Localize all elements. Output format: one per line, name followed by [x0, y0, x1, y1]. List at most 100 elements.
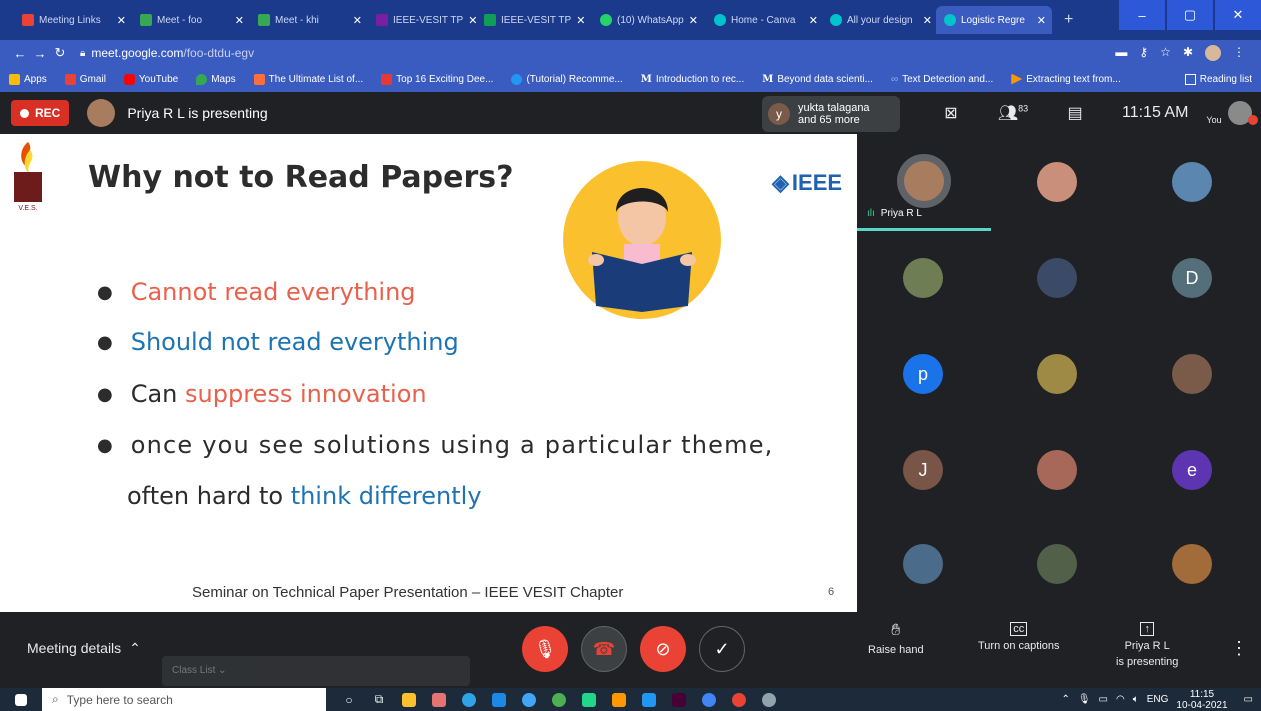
captions-button[interactable]: cc Turn on captions: [978, 622, 1060, 652]
paint-icon[interactable]: [754, 688, 784, 711]
back-icon[interactable]: ←: [10, 46, 30, 61]
tab-ieee-vesit-2[interactable]: IEEE-VESIT TP ✕: [476, 6, 588, 34]
participant-avatar-p[interactable]: p: [903, 354, 943, 394]
tab-whatsapp[interactable]: (10) WhatsApp ✕: [592, 6, 704, 34]
tab-meeting-links[interactable]: Meeting Links ✕: [14, 6, 132, 34]
bookmark-text-detection[interactable]: ∞ Text Detection and...: [882, 74, 1002, 85]
bookmark-introduction[interactable]: M Introduction to rec...: [632, 74, 753, 85]
profile-avatar[interactable]: [1205, 45, 1221, 61]
presenting-button[interactable]: ↑ Priya R Lis presenting: [1116, 622, 1178, 668]
participant-avatar[interactable]: [903, 544, 943, 584]
key-icon[interactable]: ⚷: [1139, 45, 1148, 61]
bookmark-apps[interactable]: Apps: [0, 73, 56, 85]
participant-avatar[interactable]: [1037, 544, 1077, 584]
presenter-tile-ring[interactable]: [897, 154, 951, 208]
file-explorer-icon[interactable]: [394, 688, 424, 711]
reading-illustration: [563, 161, 721, 319]
taskbar-search[interactable]: ⌕ Type here to search: [42, 688, 326, 711]
tab-meet-khi[interactable]: Meet - khi ✕: [250, 6, 368, 34]
close-tab-icon[interactable]: ✕: [1037, 14, 1052, 27]
participant-avatar[interactable]: [1172, 162, 1212, 202]
tab-canva-designs[interactable]: All your design ✕: [822, 6, 938, 34]
tab-canva-home[interactable]: Home - Canva ✕: [706, 6, 824, 34]
maximize-icon[interactable]: ▢: [1167, 0, 1213, 30]
tray-mic-icon[interactable]: 🎙︎: [1078, 694, 1091, 705]
volume-icon[interactable]: 🔈︎: [1133, 694, 1139, 705]
ieee-logo: ◈ IEEE: [772, 170, 843, 195]
joined-notification[interactable]: y yukta talagana and 65 more: [762, 96, 900, 132]
task-view-icon[interactable]: ⧉: [364, 688, 394, 711]
close-tab-icon[interactable]: ✕: [468, 14, 476, 27]
close-tab-icon[interactable]: ✕: [117, 14, 132, 27]
camera-off-button[interactable]: ⊘: [640, 626, 686, 672]
forward-icon[interactable]: →: [30, 46, 50, 61]
notifications-icon[interactable]: ▭: [1244, 694, 1253, 705]
bookmark-ultimate-list[interactable]: The Ultimate List of...: [245, 73, 372, 85]
checkmark-button[interactable]: ✓: [699, 626, 745, 672]
wifi-icon[interactable]: ◠: [1116, 694, 1125, 705]
participant-avatar[interactable]: [1172, 354, 1212, 394]
edge-icon[interactable]: [454, 688, 484, 711]
tab-logistic-regression[interactable]: Logistic Regre ✕: [936, 6, 1052, 34]
participant-avatar[interactable]: [1172, 544, 1212, 584]
tray-expand-icon[interactable]: ⌃: [1061, 694, 1069, 705]
location-icon[interactable]: [544, 688, 574, 711]
close-tab-icon[interactable]: ✕: [689, 14, 704, 27]
chrome-icon[interactable]: [694, 688, 724, 711]
safari-icon[interactable]: [514, 688, 544, 711]
bookmark-gmail[interactable]: Gmail: [56, 73, 115, 85]
taskbar-clock[interactable]: 11:15 10-04-2021: [1176, 689, 1227, 711]
tile-layout-icon[interactable]: ⊠: [920, 103, 982, 123]
participant-avatar[interactable]: [903, 258, 943, 298]
mail-icon[interactable]: [484, 688, 514, 711]
new-tab-button[interactable]: +: [1056, 6, 1080, 34]
site-icon: ∞: [890, 73, 899, 85]
close-tab-icon[interactable]: ✕: [353, 14, 368, 27]
meeting-details-button[interactable]: Meeting details ⌃: [27, 640, 141, 657]
star-icon[interactable]: ☆: [1160, 45, 1171, 61]
url-field[interactable]: 🔒︎ meet.google.com/foo-dtdu-egv: [80, 46, 254, 60]
sublime-icon[interactable]: [604, 688, 634, 711]
menu-icon[interactable]: ⋮: [1233, 45, 1245, 61]
participant-avatar-e[interactable]: e: [1172, 450, 1212, 490]
leave-call-button[interactable]: ☎︎: [581, 626, 627, 672]
mic-off-button[interactable]: 🎙︎: [522, 626, 568, 672]
bookmark-maps[interactable]: Maps: [187, 73, 244, 85]
reload-icon[interactable]: ↻: [50, 45, 70, 61]
participant-avatar[interactable]: [1037, 450, 1077, 490]
participant-avatar-d[interactable]: D: [1172, 258, 1212, 298]
participant-avatar[interactable]: [1037, 354, 1077, 394]
bookmark-reading-list[interactable]: Reading list: [1176, 73, 1261, 85]
more-options-icon[interactable]: ⋮: [1230, 638, 1248, 659]
cortana-icon[interactable]: ○: [334, 688, 364, 711]
tab-meet-foo[interactable]: Meet - foo ✕: [132, 6, 250, 34]
vscode-icon[interactable]: [634, 688, 664, 711]
raise-hand-button[interactable]: ✋︎ Raise hand: [868, 622, 924, 656]
close-window-icon[interactable]: ✕: [1215, 0, 1261, 30]
bookmark-tutorial[interactable]: (Tutorial) Recomme...: [502, 73, 631, 85]
language-indicator[interactable]: ENG: [1147, 694, 1169, 705]
close-tab-icon[interactable]: ✕: [235, 14, 250, 27]
class-list-overlay[interactable]: Class List ⌄: [162, 656, 470, 686]
participant-avatar[interactable]: [1037, 162, 1077, 202]
chat-icon[interactable]: ▤: [1044, 103, 1106, 123]
recording-badge[interactable]: REC: [11, 100, 70, 126]
bookmark-youtube[interactable]: YouTube: [115, 73, 187, 85]
extensions-icon[interactable]: ✱: [1183, 45, 1193, 61]
participant-avatar[interactable]: [1037, 258, 1077, 298]
tab-ieee-vesit-1[interactable]: IEEE-VESIT TP ✕: [368, 6, 476, 34]
battery-icon[interactable]: ▭: [1099, 694, 1108, 705]
bookmark-extracting[interactable]: Extracting text from...: [1002, 73, 1129, 85]
bookmark-top-16[interactable]: Top 16 Exciting Dee...: [372, 73, 502, 85]
chrome-alt-icon[interactable]: [724, 688, 754, 711]
bookmark-beyond[interactable]: M Beyond data scienti...: [753, 74, 882, 85]
windows-start-icon[interactable]: [0, 688, 42, 711]
adobe-xd-icon[interactable]: [664, 688, 694, 711]
minimize-icon[interactable]: –: [1119, 0, 1165, 30]
camera-icon[interactable]: ▬: [1115, 45, 1127, 61]
pycharm-icon[interactable]: [574, 688, 604, 711]
close-tab-icon[interactable]: ✕: [576, 14, 588, 27]
people-icon[interactable]: 👥︎83: [982, 103, 1044, 123]
participant-avatar-j[interactable]: J: [903, 450, 943, 490]
java-icon[interactable]: [424, 688, 454, 711]
